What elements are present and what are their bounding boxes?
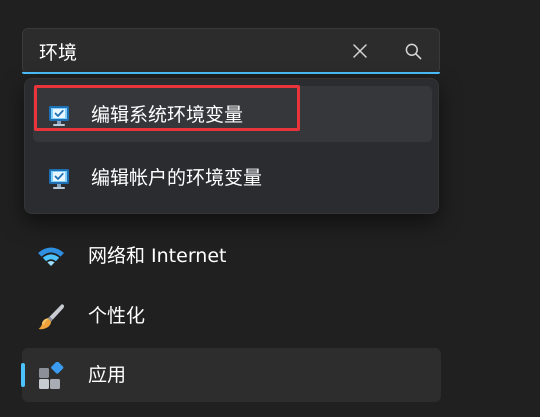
active-nav-indicator — [21, 363, 25, 387]
sidebar-item-network[interactable]: 网络和 Internet — [22, 229, 441, 283]
suggestion-edit-account-env-vars[interactable]: 编辑帐户的环境变量 — [33, 149, 432, 205]
sidebar-item-personalization[interactable]: 个性化 — [22, 289, 441, 343]
search-box[interactable] — [22, 28, 440, 74]
search-button[interactable] — [400, 38, 426, 64]
close-icon — [353, 44, 367, 58]
search-input[interactable] — [39, 38, 339, 64]
clear-search-button[interactable] — [347, 38, 373, 64]
search-suggestions-dropdown: 编辑系统环境变量 编辑帐户的环境变量 — [24, 78, 439, 214]
wifi-icon — [38, 247, 64, 266]
paintbrush-icon — [38, 304, 65, 330]
nav-label: 网络和 Internet — [88, 245, 227, 267]
nav-label: 应用 — [88, 364, 127, 386]
sidebar-item-apps[interactable]: 应用 — [21, 348, 441, 402]
nav-label: 个性化 — [88, 305, 146, 327]
system-properties-icon — [49, 169, 69, 189]
suggestion-label: 编辑帐户的环境变量 — [91, 167, 263, 189]
search-icon — [405, 43, 421, 59]
search-focus-underline — [22, 72, 440, 74]
apps-icon — [39, 362, 64, 389]
red-highlight-annotation — [34, 85, 300, 131]
